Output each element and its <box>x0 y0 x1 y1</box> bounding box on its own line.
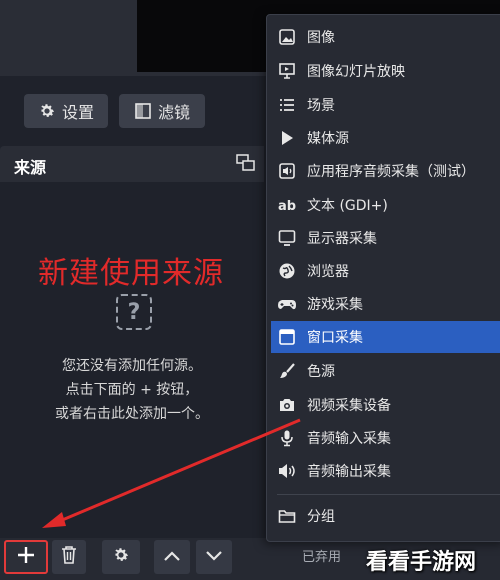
menu-item-app-audio-capture[interactable]: 应用程序音频采集（测试） <box>271 155 500 187</box>
menu-item-media-source[interactable]: 媒体源 <box>271 122 500 154</box>
chevron-down-icon <box>204 548 224 567</box>
menu-item-video-capture-device[interactable]: 视频采集设备 <box>271 389 500 421</box>
source-toolbar: 设置 滤镜 <box>0 86 270 134</box>
text-icon: ab <box>277 195 297 215</box>
menu-item-audio-output-capture[interactable]: 音频输出采集 <box>271 455 500 487</box>
slideshow-icon <box>277 61 297 81</box>
remove-source-button[interactable] <box>52 540 86 574</box>
menu-item-color-source[interactable]: 色源 <box>271 355 500 387</box>
empty-hint: 您还没有添加任何源。 点击下面的 + 按钮， 或者右击此处添加一个。 <box>16 354 248 426</box>
menu-item-image[interactable]: 图像 <box>271 21 500 53</box>
annotation-text: 新建使用来源 <box>38 256 224 291</box>
chevron-up-icon <box>162 548 182 567</box>
menu-item-label: 窗口采集 <box>307 330 363 346</box>
speaker-icon <box>277 461 297 481</box>
source-properties-button[interactable] <box>102 540 140 574</box>
menu-item-label: 媒体源 <box>307 131 349 147</box>
trash-icon <box>60 545 78 569</box>
menu-item-label: 音频输出采集 <box>307 464 391 480</box>
globe-icon <box>277 261 297 281</box>
svg-text:ab: ab <box>278 199 296 214</box>
move-up-button[interactable] <box>154 540 190 574</box>
menu-item-browser[interactable]: 浏览器 <box>271 255 500 287</box>
menu-item-image-slideshow[interactable]: 图像幻灯片放映 <box>271 55 500 87</box>
microphone-icon <box>277 428 297 448</box>
menu-item-window-capture[interactable]: 窗口采集 <box>271 321 500 353</box>
add-source-button[interactable] <box>4 540 48 574</box>
sources-dock-header: 来源 <box>0 146 264 182</box>
add-source-menu: 图像 图像幻灯片放映 场景 媒体源 应用程序音频采集（测试） ab 文本 (GD… <box>266 14 500 542</box>
menu-item-label: 游戏采集 <box>307 297 363 313</box>
monitor-icon <box>277 228 297 248</box>
menu-item-label: 浏览器 <box>307 264 349 280</box>
menu-item-label: 场景 <box>307 98 335 114</box>
menu-item-label: 色源 <box>307 364 335 380</box>
menu-item-text-gdi[interactable]: ab 文本 (GDI+) <box>271 189 500 221</box>
menu-item-scene[interactable]: 场景 <box>271 89 500 121</box>
empty-hint-line: 您还没有添加任何源。 <box>62 358 202 374</box>
move-down-button[interactable] <box>196 540 232 574</box>
menu-item-label: 应用程序音频采集（测试） <box>307 164 475 180</box>
menu-separator <box>277 494 500 495</box>
menu-item-label: 音频输入采集 <box>307 431 391 447</box>
play-icon <box>277 128 297 148</box>
empty-hint-line: 或者右击此处添加一个。 <box>55 406 209 422</box>
menu-item-label: 视频采集设备 <box>307 398 391 414</box>
watermark: 看看手游网 <box>366 550 477 575</box>
list-icon <box>277 95 297 115</box>
menu-item-group[interactable]: 分组 <box>271 500 500 532</box>
menu-item-label: 分组 <box>307 509 335 525</box>
menu-item-label: 图像 <box>307 30 335 46</box>
plus-icon <box>16 545 36 569</box>
settings-label: 设置 <box>61 103 94 122</box>
sources-dock-title: 来源 <box>14 158 47 177</box>
gear-icon <box>38 102 56 120</box>
settings-button[interactable]: 设置 <box>24 94 108 128</box>
camera-icon <box>277 395 297 415</box>
app-audio-icon <box>277 161 297 181</box>
undock-icon[interactable] <box>236 154 256 176</box>
empty-hint-line: 点击下面的 + 按钮， <box>65 382 199 398</box>
filter-icon <box>134 102 152 120</box>
menu-item-game-capture[interactable]: 游戏采集 <box>271 288 500 320</box>
menu-item-label: 图像幻灯片放映 <box>307 64 405 80</box>
menu-item-label: 显示器采集 <box>307 231 377 247</box>
question-icon: ? <box>116 294 152 330</box>
window-icon <box>277 327 297 347</box>
filters-label: 滤镜 <box>157 103 190 122</box>
brush-icon <box>277 361 297 381</box>
gamepad-icon <box>277 294 297 314</box>
menu-item-audio-input-capture[interactable]: 音频输入采集 <box>271 422 500 454</box>
gear-icon <box>112 546 130 568</box>
filters-button[interactable]: 滤镜 <box>119 94 205 128</box>
sources-list[interactable]: 新建使用来源 ? 您还没有添加任何源。 点击下面的 + 按钮， 或者右击此处添加… <box>0 182 264 538</box>
menu-item-display-capture[interactable]: 显示器采集 <box>271 222 500 254</box>
deprecated-label: 已弃用 <box>302 550 342 565</box>
menu-item-label: 文本 (GDI+) <box>307 198 388 214</box>
folder-icon <box>277 506 297 526</box>
image-icon <box>277 27 297 47</box>
